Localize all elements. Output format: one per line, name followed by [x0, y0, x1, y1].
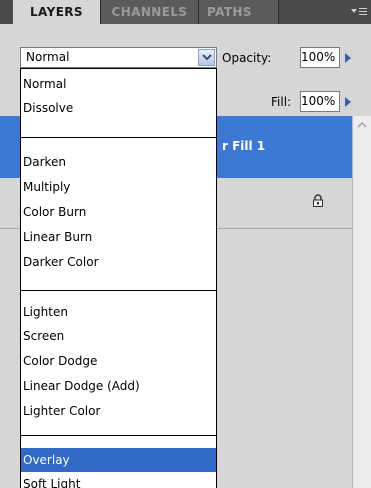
- blend-option-lighten[interactable]: Lighten: [21, 300, 216, 324]
- blend-option-linear-burn[interactable]: Linear Burn: [21, 225, 216, 249]
- triangle-right-icon[interactable]: [343, 96, 353, 108]
- blend-option-overlay[interactable]: Overlay: [21, 448, 216, 472]
- blend-mode-value: Normal: [26, 50, 70, 64]
- tab-layers[interactable]: LAYERS: [13, 0, 101, 24]
- dropdown-divider: [21, 435, 216, 436]
- blend-option-lighter-color[interactable]: Lighter Color: [21, 399, 216, 423]
- lock-icon: [313, 194, 323, 207]
- scroll-up-arrow-icon[interactable]: [356, 120, 368, 130]
- blend-option-color-burn[interactable]: Color Burn: [21, 200, 216, 224]
- layer-name: r Fill 1: [222, 139, 266, 153]
- blend-mode-select[interactable]: Normal: [20, 47, 217, 68]
- blend-option-multiply[interactable]: Multiply: [21, 175, 216, 199]
- blend-option-darken[interactable]: Darken: [21, 150, 216, 174]
- dropdown-divider: [21, 137, 216, 138]
- panel-menu-icon[interactable]: [350, 6, 368, 18]
- opacity-label: Opacity:: [222, 51, 272, 65]
- blend-option-linear-dodge[interactable]: Linear Dodge (Add): [21, 374, 216, 398]
- blend-mode-dropdown: Normal Dissolve Darken Multiply Color Bu…: [20, 68, 217, 488]
- tab-paths[interactable]: PATHS: [199, 0, 279, 24]
- chevron-down-icon[interactable]: [198, 49, 215, 66]
- tab-channels[interactable]: CHANNELS: [101, 0, 199, 24]
- blend-option-dissolve[interactable]: Dissolve: [21, 96, 216, 120]
- blend-option-normal[interactable]: Normal: [21, 72, 216, 96]
- triangle-right-icon[interactable]: [343, 52, 353, 64]
- blend-option-soft-light[interactable]: Soft Light: [21, 472, 216, 488]
- fill-field[interactable]: 100%: [300, 91, 340, 112]
- fill-label: Fill:: [271, 95, 292, 109]
- blend-option-color-dodge[interactable]: Color Dodge: [21, 349, 216, 373]
- dropdown-divider: [21, 290, 216, 291]
- blend-option-darker-color[interactable]: Darker Color: [21, 250, 216, 274]
- blend-option-screen[interactable]: Screen: [21, 324, 216, 348]
- panel-tab-bar: LAYERS CHANNELS PATHS: [0, 0, 371, 24]
- opacity-field[interactable]: 100%: [300, 47, 340, 68]
- layers-scrollbar[interactable]: [352, 116, 371, 488]
